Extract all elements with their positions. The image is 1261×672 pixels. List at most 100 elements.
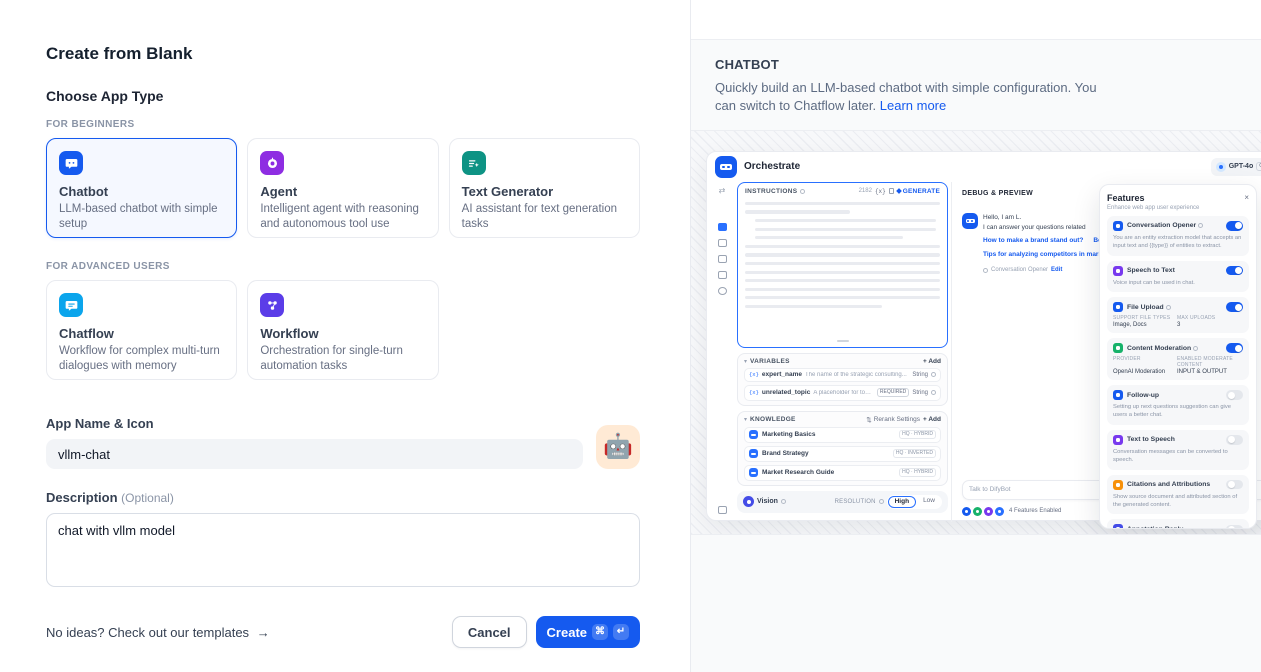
description-label: Description (Optional) [46, 490, 640, 505]
add-knowledge-button: + Add [923, 416, 941, 423]
templates-link[interactable]: No ideas? Check out our templates → [46, 625, 270, 640]
dataset-icon [749, 430, 758, 439]
card-desc: Workflow for complex multi-turn dialogue… [59, 344, 224, 374]
app-type-card-text-generator[interactable]: Text Generator AI assistant for text gen… [449, 138, 640, 238]
variable-row: {x} unrelated_topic A placeholder for to… [744, 385, 941, 401]
app-type-info-panel: CHATBOT Quickly build an LLM-based chatb… [690, 0, 1261, 672]
orchestrate-nav-icon [718, 223, 727, 231]
suggested-question: Tips for analyzing competitors in market [983, 250, 1108, 260]
feature-dot-icon [962, 507, 971, 516]
sparkle-icon [896, 189, 902, 195]
variable-insert-icon: {x} [875, 188, 886, 195]
app-type-card-workflow[interactable]: Workflow Orchestration for single-turn a… [247, 280, 438, 380]
vision-setting-row: Vision RESOLUTION High Low [737, 491, 948, 513]
add-variable-button: + Add [923, 358, 941, 365]
resolution-high-option: High [888, 496, 916, 508]
variable-row: {x} expert_name The name of the strategi… [744, 368, 941, 382]
description-textarea[interactable]: chat with vllm model [46, 513, 640, 587]
info-icon [1193, 346, 1198, 351]
app-name-label: App Name & Icon [46, 416, 583, 431]
generate-button: GENERATE [897, 188, 940, 195]
text-to-speech-icon [1113, 435, 1123, 445]
chatbot-icon [59, 151, 83, 175]
char-count: 2182 [859, 188, 872, 194]
opener-icon [983, 268, 988, 273]
cancel-button[interactable]: Cancel [452, 616, 527, 648]
app-type-card-chatflow[interactable]: Chatflow Workflow for complex multi-turn… [46, 280, 237, 380]
dataset-icon [749, 468, 758, 477]
card-desc: LLM-based chatbot with simple setup [59, 202, 224, 232]
app-type-card-agent[interactable]: Agent Intelligent agent with reasoning a… [247, 138, 438, 238]
resize-handle [837, 340, 849, 342]
feature-dot-icon [973, 507, 982, 516]
collapse-nav-icon [718, 506, 727, 514]
edit-opener-link: Edit [1051, 266, 1062, 275]
model-selector: GPT-4o CHAT ▾ [1211, 158, 1261, 176]
feature-dot-icon [984, 507, 993, 516]
feature-item-follow-up: Follow-up Setting up next questions sugg… [1107, 385, 1249, 425]
placeholder-text-lines [745, 202, 940, 308]
for-advanced-users-label: FOR ADVANCED USERS [46, 261, 640, 272]
model-avatar-icon [1216, 162, 1226, 172]
info-icon [879, 499, 884, 504]
dataset-icon [749, 449, 758, 458]
advanced-cards: Chatflow Workflow for complex multi-turn… [46, 280, 640, 380]
retrieval-badge: HQ · INVERTED [893, 449, 936, 458]
chevron-down-icon: ▾ [744, 416, 747, 423]
app-avatar-icon [715, 156, 737, 178]
knowledge-row: Brand Strategy HQ · INVERTED [744, 446, 941, 462]
vision-icon [743, 496, 754, 507]
toggle-on [1226, 266, 1243, 276]
toggle-off [1226, 480, 1243, 490]
app-name-input[interactable] [46, 439, 583, 469]
file-upload-icon [1113, 302, 1123, 312]
feature-item-conversation-opener: Conversation Opener You are an entity ex… [1107, 216, 1249, 256]
suggested-question: How to make a brand stand out?Bes [983, 236, 1108, 246]
workflow-icon [260, 293, 284, 317]
copy-icon [889, 188, 894, 194]
variables-panel: ▾ VARIABLES + Add {x} expert_name The na… [737, 353, 948, 406]
cmd-key-icon: ⌘ [592, 624, 608, 640]
toggle-off [1226, 435, 1243, 445]
card-title: Agent [260, 184, 425, 199]
preview-mini-sidebar: ⇄ [707, 182, 737, 522]
create-from-blank-panel: Create from Blank Choose App Type FOR BE… [0, 0, 690, 672]
feature-item-text-to-speech: Text to Speech Conversation messages can… [1107, 430, 1249, 470]
annotation-reply-icon [1113, 524, 1123, 528]
card-title: Chatbot [59, 184, 224, 199]
close-icon: × [1244, 193, 1249, 202]
feature-item-content-moderation: Content Moderation PROVIDER ENABLED MODE… [1107, 338, 1249, 380]
resolution-segmented-control: High Low [887, 495, 942, 509]
preview-illustration-area: Orchestrate GPT-4o CHAT ▾ ⇅ Publish▾ [691, 130, 1261, 535]
create-button[interactable]: Create ⌘ ↵ [536, 616, 640, 648]
toggle-on [1226, 221, 1243, 231]
docs-nav-icon [718, 271, 727, 279]
conversation-opener-note: Conversation Opener Edit [983, 266, 1108, 275]
app-type-card-chatbot[interactable]: Chatbot LLM-based chatbot with simple se… [46, 138, 237, 238]
card-title: Text Generator [462, 184, 627, 199]
for-beginners-label: FOR BEGINNERS [46, 119, 640, 130]
learn-more-link[interactable]: Learn more [880, 98, 946, 113]
app-icon-picker-button[interactable]: 🤖 [596, 425, 640, 469]
feature-item-annotation-reply: Annotation Reply [1107, 519, 1249, 528]
info-icon [781, 499, 786, 504]
feature-item-speech-to-text: Speech to Text Voice input can be used i… [1107, 261, 1249, 292]
type-icon [931, 372, 936, 377]
text-generator-icon [462, 151, 486, 175]
instructions-title: INSTRUCTIONS [745, 188, 797, 195]
right-top-strip [691, 0, 1261, 40]
agent-icon [260, 151, 284, 175]
info-icon [800, 189, 805, 194]
preview-topbar: Orchestrate GPT-4o CHAT ▾ ⇅ Publish▾ [707, 152, 1261, 182]
chevron-down-icon: ▾ [744, 358, 747, 365]
description-optional-label: (Optional) [121, 491, 174, 505]
info-icon [1166, 305, 1171, 310]
card-desc: Orchestration for single-turn automation… [260, 344, 425, 374]
retrieval-badge: HQ · HYBRID [899, 430, 936, 439]
retrieval-badge: HQ · HYBRID [899, 468, 936, 477]
choose-app-type-label: Choose App Type [46, 88, 640, 104]
image-nav-icon [718, 239, 727, 247]
right-panel-footer-space [691, 535, 1261, 672]
toggle-on [1226, 343, 1243, 353]
model-mode-badge: CHAT [1256, 162, 1261, 171]
